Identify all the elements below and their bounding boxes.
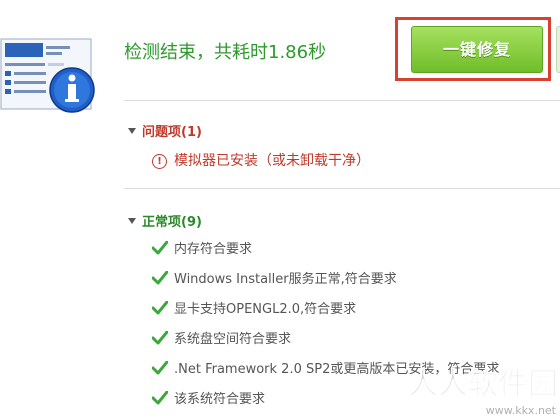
list-item-label: Windows Installer服务正常,符合要求	[174, 272, 397, 287]
section-divider	[124, 100, 560, 101]
list-item-label: 显卡支持OPENGL2.0,符合要求	[174, 302, 357, 317]
normal-section-title: 正常项(9)	[142, 215, 202, 230]
checkmark-icon	[152, 241, 168, 255]
problems-section-header[interactable]: 问题项(1)	[128, 121, 202, 140]
one-click-fix-button[interactable]: 一键修复	[411, 26, 543, 73]
checkmark-icon	[152, 391, 168, 405]
checkmark-icon	[152, 271, 168, 285]
checkmark-icon	[152, 301, 168, 315]
list-item-label: 该系统符合要求	[174, 392, 266, 407]
list-item: 内存符合要求	[152, 240, 499, 270]
normal-section-header[interactable]: 正常项(9)	[128, 211, 202, 230]
section-divider	[124, 188, 560, 189]
exclamation-circle-icon: !	[152, 154, 167, 169]
checkmark-icon	[152, 331, 168, 345]
checkmark-icon	[152, 361, 168, 375]
collapse-triangle-icon	[128, 218, 136, 224]
collapse-triangle-icon	[128, 128, 136, 134]
site-watermark: 人人软件园 www.kkx.net	[408, 367, 558, 417]
problems-section-title: 问题项(1)	[142, 125, 202, 140]
list-item-label: 系统盘空间符合要求	[174, 332, 292, 347]
scan-result-headline: 检测结束，共耗时1.86秒	[124, 42, 327, 63]
problem-item-label: 模拟器已安装（或未卸载干净）	[174, 153, 370, 169]
list-item: Windows Installer服务正常,符合要求	[152, 270, 499, 300]
report-info-icon	[0, 38, 95, 113]
watermark-brand: 人人软件园	[408, 367, 558, 402]
list-item: 显卡支持OPENGL2.0,符合要求	[152, 300, 499, 330]
partial-button[interactable]	[556, 26, 560, 73]
watermark-url: www.kkx.net	[486, 404, 557, 417]
problem-item: ! 模拟器已安装（或未卸载干净）	[152, 150, 370, 170]
list-item-label: 内存符合要求	[174, 242, 253, 257]
